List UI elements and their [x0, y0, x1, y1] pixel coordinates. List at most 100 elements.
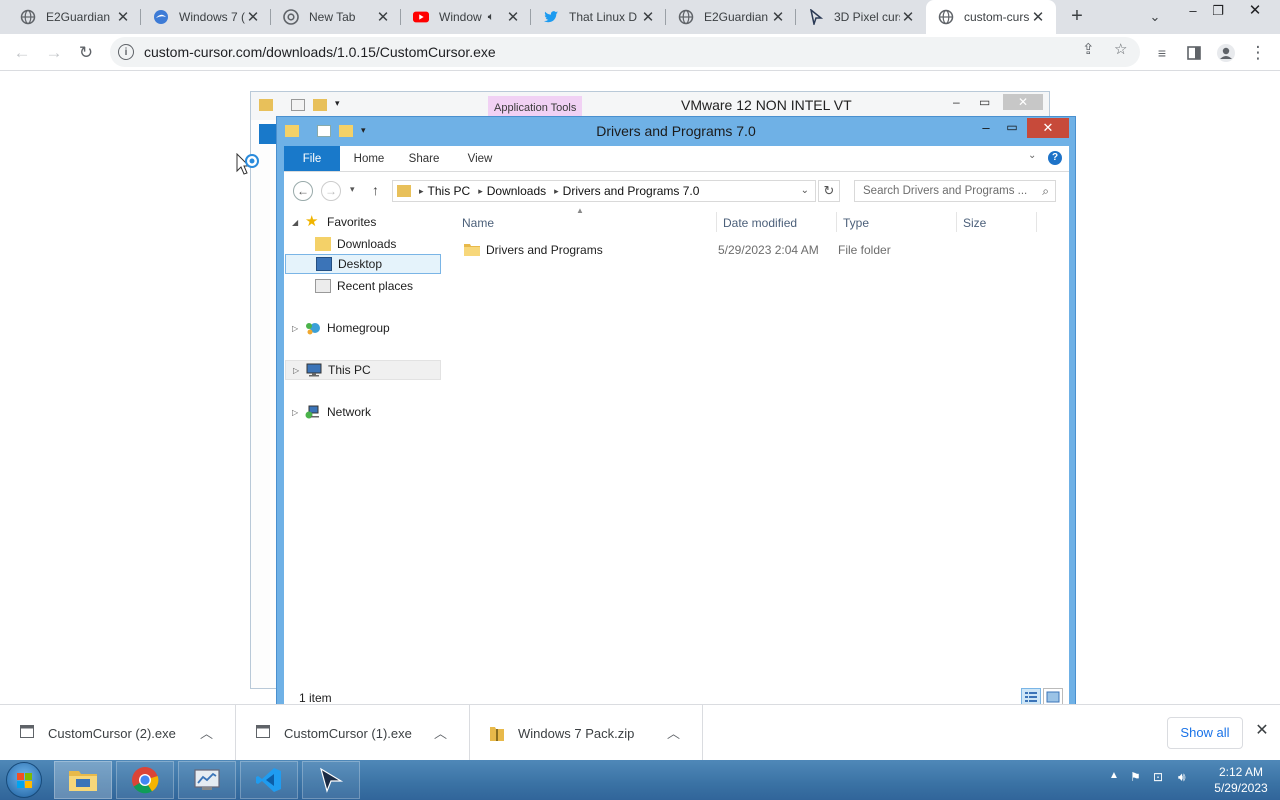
download-item[interactable]: CustomCursor (2).exe ︿ [0, 705, 236, 761]
minimize-icon[interactable]: – [975, 120, 997, 138]
ribbon-tab-file[interactable]: File [284, 146, 340, 171]
up-arrow-icon[interactable]: ↑ [372, 182, 379, 198]
column-divider[interactable] [1036, 212, 1037, 232]
help-icon[interactable]: ? [1048, 151, 1062, 165]
show-hidden-icons-chevron-icon[interactable]: ▲ [1109, 770, 1119, 781]
column-header-name[interactable]: Name [462, 216, 494, 230]
close-tab-icon[interactable]: ✕ [245, 8, 261, 26]
browser-tab-active[interactable]: custom-curs ✕ [926, 0, 1056, 34]
forward-button[interactable]: → [321, 181, 341, 201]
breadcrumb-chevron-icon[interactable]: ▸ [554, 186, 559, 197]
ribbon-tab-share[interactable]: Share [402, 146, 446, 171]
file-row[interactable]: Drivers and Programs 5/29/2023 2:04 AM F… [456, 240, 1056, 260]
column-header-date-modified[interactable]: Date modified [723, 216, 797, 230]
collapse-icon[interactable]: ◢ [292, 218, 302, 227]
address-bar[interactable]: i custom-cursor.com/downloads/1.0.15/Cus… [110, 37, 1140, 67]
bg-maximize-icon[interactable]: ▭ [979, 95, 990, 109]
breadcrumb-chevron-icon[interactable]: ▸ [478, 186, 483, 197]
chevron-up-icon[interactable]: ︿ [667, 723, 680, 742]
close-icon[interactable]: ✕ [1027, 118, 1069, 138]
side-panel-icon[interactable] [1180, 39, 1208, 67]
info-icon[interactable]: i [118, 44, 134, 60]
expand-icon[interactable]: ▷ [292, 324, 302, 333]
breadcrumb-this-pc[interactable]: This PC [428, 184, 471, 198]
ribbon-tab-home[interactable]: Home [346, 146, 392, 171]
expand-icon[interactable]: ▷ [292, 408, 302, 417]
volume-icon[interactable]: 🔊︎ [1178, 770, 1186, 785]
audio-playing-icon[interactable]: 🔈︎ [483, 11, 499, 24]
bg-close-icon[interactable]: ✕ [1003, 94, 1043, 110]
browser-tab[interactable]: Window 🔈︎ ✕ [401, 0, 531, 34]
taskbar-clock[interactable]: 2:12 AM 5/29/2023 [1206, 764, 1276, 796]
taskbar-custom-cursor[interactable] [302, 761, 360, 799]
breadcrumb-chevron-icon[interactable]: ▸ [419, 186, 424, 197]
search-input[interactable]: Search Drivers and Programs ... ⌕ [854, 180, 1056, 202]
large-icons-view-button[interactable] [1043, 688, 1063, 704]
action-center-flag-icon[interactable]: ⚑ [1130, 770, 1141, 784]
properties-icon[interactable] [291, 99, 305, 111]
close-tab-icon[interactable]: ✕ [1030, 8, 1046, 26]
nav-item-homegroup[interactable]: ▷ Homegroup [292, 318, 442, 338]
back-button[interactable]: ← [8, 39, 36, 67]
new-folder-icon[interactable] [313, 99, 327, 111]
close-tab-icon[interactable]: ✕ [375, 8, 391, 26]
restore-icon[interactable]: ❐ [1203, 2, 1233, 22]
profile-avatar-icon[interactable] [1212, 39, 1240, 67]
nav-item-recent-places[interactable]: Recent places [302, 276, 442, 296]
ribbon-tab-view[interactable]: View [458, 146, 502, 171]
new-tab-button[interactable]: + [1066, 4, 1088, 30]
bg-minimize-icon[interactable]: – [953, 95, 960, 109]
expand-ribbon-chevron-icon[interactable]: ⌄ [1028, 150, 1036, 161]
menu-kebab-icon[interactable]: ⋮ [1244, 39, 1272, 67]
column-divider[interactable] [836, 212, 837, 232]
nav-item-network[interactable]: ▷ Network [292, 402, 442, 422]
maximize-icon[interactable]: ▭ [1001, 120, 1023, 138]
close-tab-icon[interactable]: ✕ [505, 8, 521, 26]
close-tab-icon[interactable]: ✕ [640, 8, 656, 26]
qat-dropdown-icon[interactable]: ▾ [335, 98, 340, 109]
nav-item-downloads[interactable]: Downloads [302, 234, 442, 254]
show-all-downloads-button[interactable]: Show all [1167, 717, 1243, 749]
address-dropdown-icon[interactable]: ⌄ [801, 185, 809, 196]
column-divider[interactable] [716, 212, 717, 232]
browser-tab[interactable]: 3D Pixel curs ✕ [796, 0, 926, 34]
bookmark-star-icon[interactable]: ☆ [1114, 40, 1127, 58]
expand-icon[interactable]: ▷ [293, 366, 303, 375]
browser-tab[interactable]: That Linux D ✕ [531, 0, 666, 34]
close-tab-icon[interactable]: ✕ [900, 8, 916, 26]
forward-button[interactable]: → [40, 39, 68, 67]
tab-search-chevron-icon[interactable]: ⌄ [1146, 6, 1164, 28]
browser-tab[interactable]: E2Guardian ✕ [666, 0, 796, 34]
share-icon[interactable]: ⇪ [1082, 40, 1095, 58]
taskbar-vscode[interactable] [240, 761, 298, 799]
taskbar-file-explorer[interactable] [54, 761, 112, 799]
close-tab-icon[interactable]: ✕ [770, 8, 786, 26]
breadcrumb-downloads[interactable]: Downloads [487, 184, 546, 198]
refresh-icon[interactable]: ↻ [818, 180, 840, 202]
application-tools-tab[interactable]: Application Tools [488, 96, 583, 118]
address-breadcrumb[interactable]: ▸ This PC ▸ Downloads ▸ Drivers and Prog… [392, 180, 816, 202]
search-icon[interactable]: ⌕ [1042, 184, 1049, 199]
explorer-window[interactable]: ▾ Drivers and Programs 7.0 – ▭ ✕ File Ho… [276, 116, 1076, 704]
column-header-type[interactable]: Type [843, 216, 869, 230]
browser-tab[interactable]: New Tab ✕ [271, 0, 401, 34]
explorer-title-bar[interactable]: ▾ Drivers and Programs 7.0 – ▭ ✕ [277, 117, 1075, 145]
back-button[interactable]: ← [293, 181, 313, 201]
start-button[interactable] [6, 762, 42, 798]
download-item[interactable]: Windows 7 Pack.zip ︿ [470, 705, 703, 761]
reload-button[interactable]: ↻ [72, 39, 100, 67]
close-downloads-bar-icon[interactable]: ✕ [1252, 721, 1272, 741]
breadcrumb-current[interactable]: Drivers and Programs 7.0 [563, 184, 700, 198]
chevron-up-icon[interactable]: ︿ [200, 723, 213, 742]
column-header-size[interactable]: Size [963, 216, 986, 230]
taskbar-control-panel[interactable] [178, 761, 236, 799]
reading-list-icon[interactable]: ≡ [1148, 39, 1176, 67]
recent-locations-chevron-icon[interactable]: ▾ [350, 184, 355, 195]
download-item[interactable]: CustomCursor (1).exe ︿ [236, 705, 470, 761]
close-window-icon[interactable]: ✕ [1240, 2, 1270, 22]
network-status-icon[interactable]: ⊡ [1153, 770, 1163, 784]
column-divider[interactable] [956, 212, 957, 232]
chevron-up-icon[interactable]: ︿ [434, 723, 447, 742]
close-tab-icon[interactable]: ✕ [115, 8, 131, 26]
taskbar-chrome[interactable] [116, 761, 174, 799]
